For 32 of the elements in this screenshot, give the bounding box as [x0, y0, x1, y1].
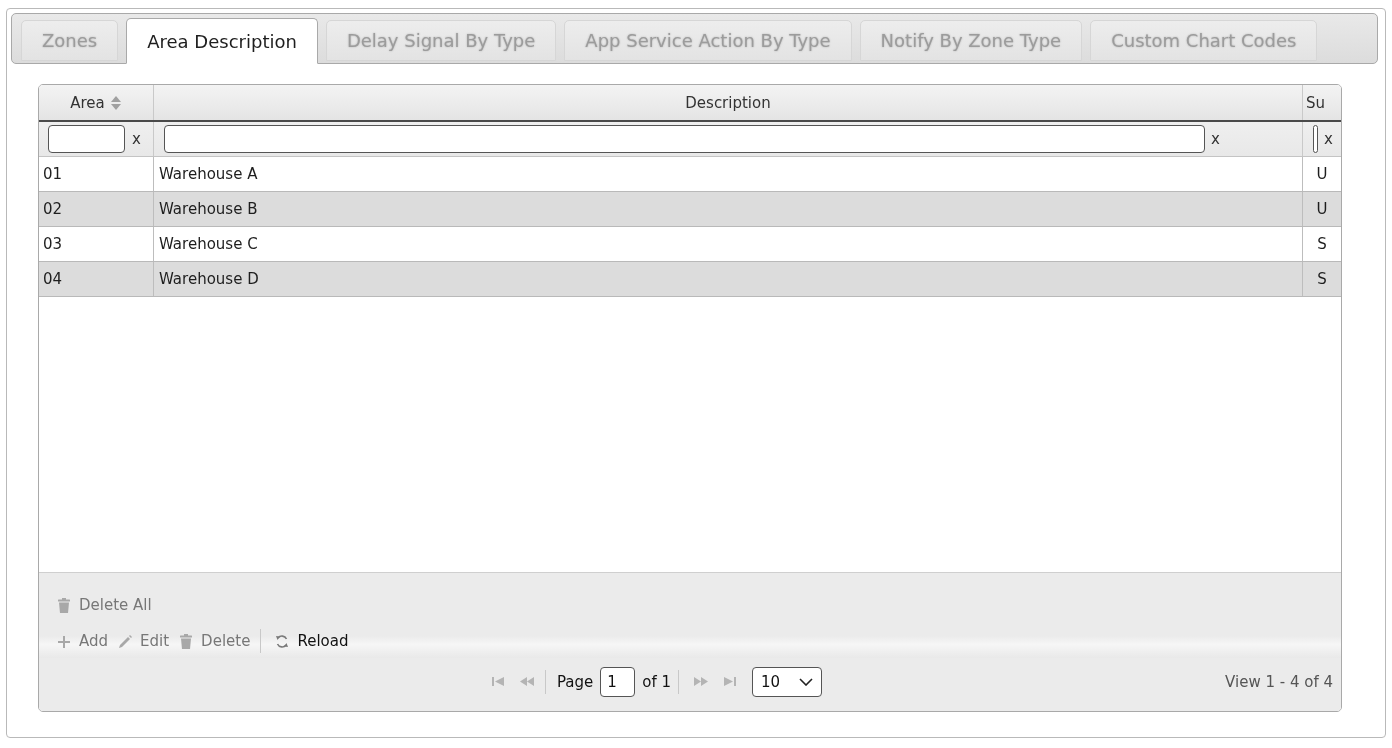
clear-filter-link[interactable]: x [132, 131, 141, 147]
filter-input[interactable] [1313, 125, 1318, 153]
column-label: Area [70, 93, 105, 112]
page-size-select[interactable]: 10 [752, 666, 823, 697]
plus-icon [57, 633, 71, 649]
column-header[interactable]: Su [1303, 85, 1341, 120]
column-label: Su [1306, 93, 1326, 112]
column-header[interactable]: Description [154, 85, 1303, 120]
clear-filter-link[interactable]: x [1211, 131, 1220, 147]
filter-input[interactable] [48, 125, 125, 153]
record-count: View 1 - 4 of 4 [1225, 672, 1334, 691]
page-input[interactable]: 1 [600, 666, 636, 697]
table-cell: S [1303, 262, 1341, 296]
toolbar-button[interactable]: Reload [275, 632, 349, 650]
filter-input[interactable] [164, 125, 1205, 153]
chevron-down-icon [799, 677, 814, 686]
reload-icon [275, 633, 290, 649]
sort-icon[interactable] [109, 94, 122, 111]
page-total: of 1 [642, 672, 672, 691]
page-label: Page [556, 672, 594, 691]
table-cell: U [1303, 192, 1341, 226]
column-label: Description [685, 93, 771, 112]
column-header[interactable]: Area [39, 85, 154, 120]
clear-filter-link[interactable]: x [1324, 131, 1333, 147]
trash-icon [57, 597, 71, 613]
table-cell: 02 [39, 192, 154, 226]
table-cell: Warehouse B [154, 192, 1303, 226]
table-cell: 04 [39, 262, 154, 296]
table-cell: Warehouse D [154, 262, 1303, 296]
trash-icon [179, 633, 194, 649]
tab[interactable]: Area Description [126, 18, 318, 64]
pencil-icon [118, 633, 133, 649]
